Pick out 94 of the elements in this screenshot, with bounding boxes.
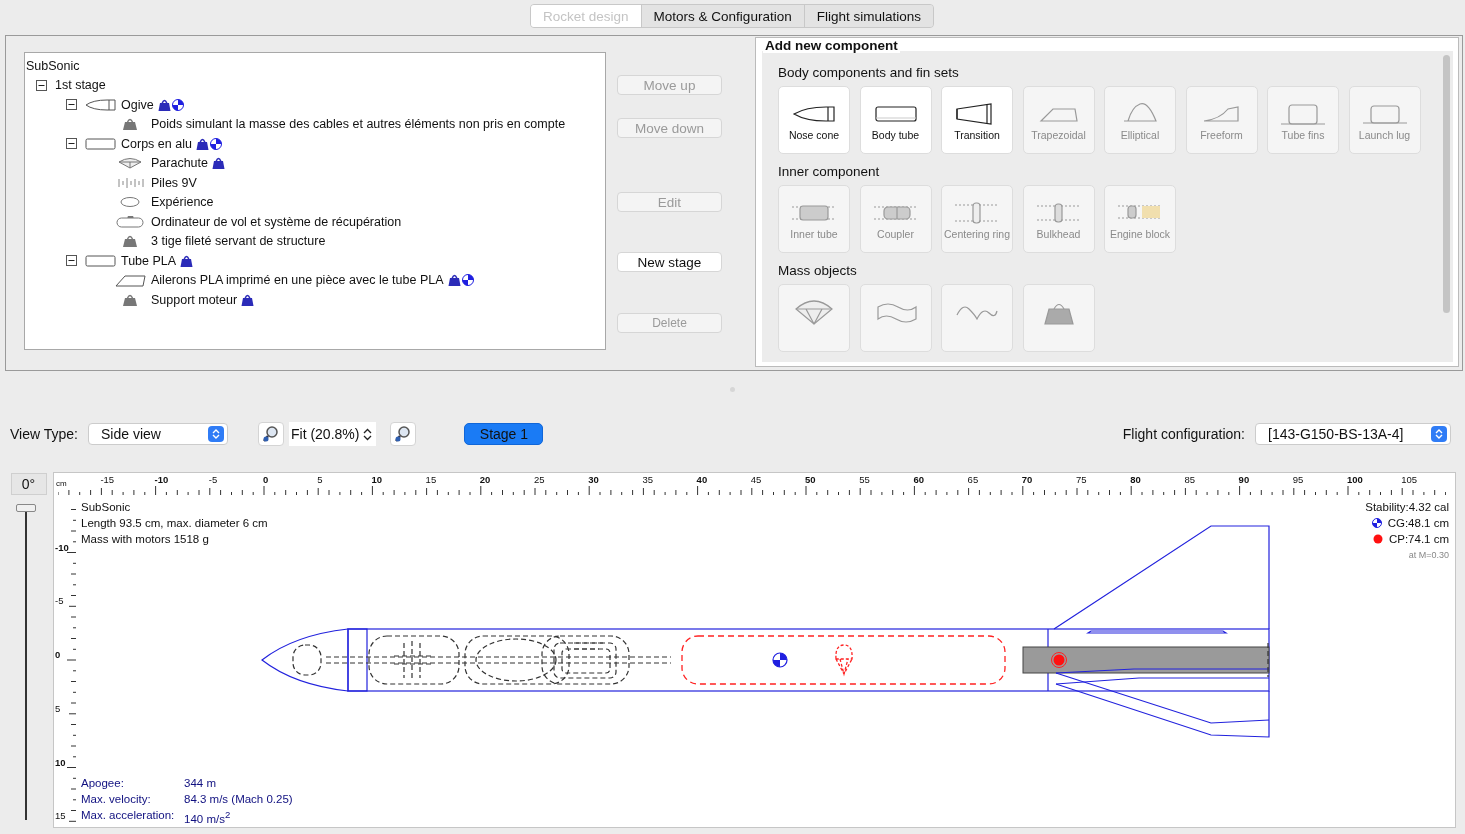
ruler-label: 5 (55, 702, 61, 714)
tree-item[interactable]: Ordinateur de vol et système de récupération (151, 214, 402, 229)
ruler-label: 15 (55, 810, 66, 822)
ruler-label: 15 (425, 474, 437, 485)
cg-marker-icon (772, 652, 788, 668)
ruler-label: -10 (55, 541, 69, 553)
ruler-label: 0 (55, 649, 61, 660)
collapse-toggle[interactable] (66, 138, 77, 150)
stepper-icon (1431, 426, 1447, 442)
ruler-label: 80 (1130, 474, 1141, 485)
section-title: Inner component (778, 164, 881, 179)
cg-text: CG:48.1 cm (1387, 516, 1449, 531)
ruler-label: -10 (154, 474, 169, 485)
tree-item[interactable]: Corps en alu (121, 136, 192, 151)
zoom-select[interactable]: Fit (20.8%) (289, 422, 377, 446)
rocket-info-text: Mass with motors 1518 g (81, 532, 210, 547)
shockcord-icon (115, 175, 147, 190)
view-type-label: View Type: (10, 426, 78, 442)
ruler-label: 85 (1184, 474, 1195, 485)
nosecone-icon (85, 97, 117, 112)
ruler-label: 100 (1347, 474, 1363, 485)
ruler-label: 105 (1401, 474, 1418, 485)
result-label: Max. velocity: (81, 792, 152, 807)
result-label: Max. acceleration: (81, 808, 176, 823)
rocket-info-text: Length 93.5 cm, max. diameter 6 cm (81, 516, 268, 531)
panel-title: Add new component (763, 38, 900, 53)
ruler-label: 75 (1076, 474, 1087, 485)
tree-item[interactable]: 3 tige fileté servant de structure (151, 234, 326, 249)
ruler-label: 90 (1238, 474, 1250, 485)
ruler-label: 10 (371, 474, 382, 485)
ruler-label: 95 (1292, 474, 1304, 485)
ruler-label: 10 (55, 756, 66, 768)
tree-item[interactable]: Ogive (121, 97, 154, 112)
zoom-out-button[interactable] (258, 422, 284, 446)
result-value: 344 m (184, 776, 216, 791)
action-button[interactable]: New stage (617, 252, 722, 272)
stepper-icon (208, 426, 224, 442)
cg-legend-icon (1371, 518, 1382, 528)
finset-icon (115, 273, 147, 288)
section-title: Body components and fin sets (778, 65, 960, 80)
rocket-info-text: SubSonic (81, 500, 132, 515)
collapse-toggle[interactable] (66, 255, 77, 267)
tree-item[interactable]: Poids simulant la masse des cables et autres éléments non pris en compte (151, 117, 566, 132)
component-button[interactable]: Nose cone (778, 86, 850, 154)
cp-text: CP:74.1 cm (1388, 532, 1449, 547)
flight-configuration-select[interactable]: [143-G150-BS-13A-4] (1255, 423, 1451, 445)
stepper-icon (363, 427, 373, 441)
result-value: 84.3 m/s (Mach 0.25) (184, 792, 293, 807)
capsule-icon (115, 214, 147, 229)
ruler-label: 70 (1021, 474, 1033, 485)
ruler-label: 35 (642, 474, 653, 485)
collapse-toggle[interactable] (66, 99, 77, 111)
tree-item[interactable]: Ailerons PLA imprimé en une pièce avec le tube PLA (151, 273, 444, 288)
mach-text: at M=0.30 (1408, 549, 1449, 562)
ruler-label: -15 (100, 474, 115, 485)
tree-item[interactable]: 1st stage (55, 78, 106, 93)
ruler-label: 40 (696, 474, 708, 485)
section-title: Mass objects (778, 263, 858, 278)
scrollbar[interactable] (1443, 55, 1450, 313)
tree-item[interactable]: Support moteur (151, 292, 238, 307)
component-button[interactable]: Body tube (859, 86, 932, 154)
angle-readout: 0° (10, 473, 47, 495)
ruler-label: 0 (263, 474, 269, 485)
collapse-toggle[interactable] (36, 79, 47, 91)
bodytube-icon (85, 253, 117, 268)
ruler-label: 55 (859, 474, 870, 485)
view-type-select[interactable]: Side view (88, 423, 228, 445)
tubefins-icon (1279, 101, 1327, 127)
stability-text: Stability:4.32 cal (1365, 500, 1449, 515)
tree-item[interactable]: Piles 9V (151, 175, 197, 190)
zoom-in-button[interactable] (390, 422, 417, 446)
tree-item[interactable]: Tube PLA (121, 253, 177, 268)
ruler-label: 5 (317, 474, 323, 485)
tree-item[interactable]: SubSonic (26, 58, 80, 73)
flight-configuration-label: Flight configuration: (1122, 426, 1245, 442)
bodytube-icon (85, 136, 117, 151)
ruler-label: -5 (208, 474, 218, 485)
ruler-label: 20 (479, 474, 491, 485)
component-button[interactable]: Transition (941, 86, 1013, 154)
result-label: Apogee: (81, 776, 125, 791)
ruler-label: 65 (967, 474, 979, 485)
tree-item[interactable]: Parachute (151, 156, 208, 171)
tree-item[interactable]: Expérience (151, 195, 214, 210)
cp-legend-icon (1372, 534, 1383, 544)
stage-button[interactable]: Stage 1 (464, 423, 544, 445)
ruler-label: 50 (805, 474, 816, 485)
ruler-label: -5 (55, 595, 64, 607)
ruler-unit: cm (56, 479, 67, 488)
ruler-label: 25 (534, 474, 545, 485)
ruler-label: 30 (588, 474, 599, 485)
ruler-label: 60 (913, 474, 924, 485)
cp-marker-icon (1051, 652, 1067, 668)
ruler-label: 45 (750, 474, 762, 485)
result-value: 140 m/s$^{2}$ (184, 808, 231, 827)
